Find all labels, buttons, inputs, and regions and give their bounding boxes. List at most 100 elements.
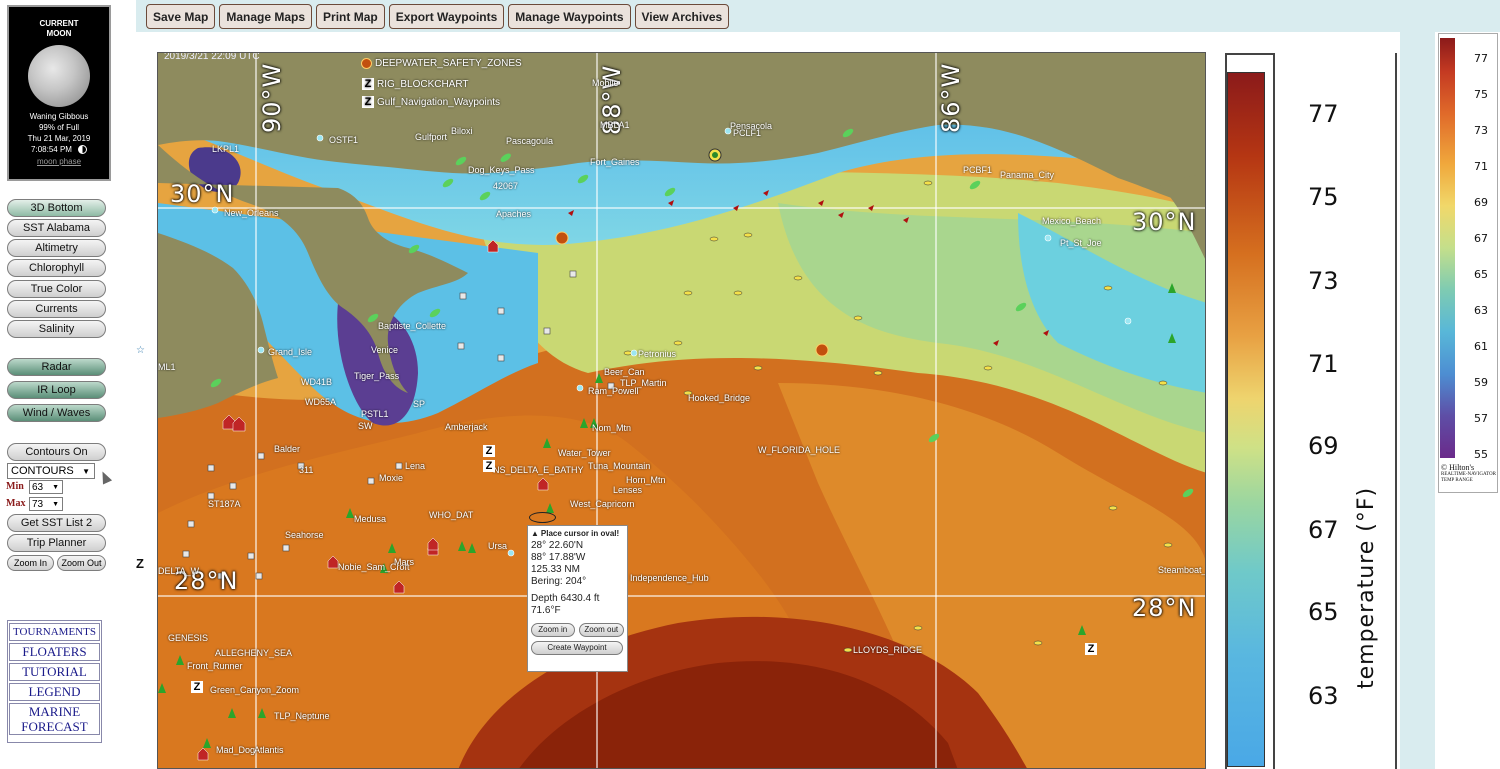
map-label: Horn_Mtn: [626, 475, 666, 485]
salinity-button[interactable]: Salinity: [7, 320, 106, 338]
altimetry-button[interactable]: Altimetry: [7, 239, 106, 257]
moon-title-line1: CURRENT: [39, 19, 79, 28]
legend-frame: [1273, 53, 1275, 769]
create-waypoint-button[interactable]: Create Waypoint: [531, 641, 623, 655]
sst-alabama-button[interactable]: SST Alabama: [7, 219, 106, 237]
chlorophyll-button[interactable]: Chlorophyll: [7, 259, 106, 277]
legend-tick: 65: [1308, 598, 1339, 626]
map-label: Apaches: [496, 209, 532, 219]
legend-title: temperature (°F): [1354, 486, 1379, 689]
map-label: Medusa: [354, 514, 387, 524]
moon-title-line2: MOON: [46, 29, 72, 38]
map-label: Pascagoula: [506, 136, 554, 146]
mouse-cursor-icon: [97, 469, 113, 485]
popup-latitude: 28° 22.60'N: [531, 540, 584, 551]
currents-button[interactable]: Currents: [7, 300, 106, 318]
ir-loop-button[interactable]: IR Loop: [7, 381, 106, 399]
min-select-value: 63: [32, 481, 44, 493]
legend-tick: 63: [1308, 682, 1339, 710]
map-label: Baptiste_Collette: [378, 321, 447, 331]
manage-maps-button[interactable]: Manage Maps: [219, 4, 313, 29]
map-label: Mexico_Beach: [1042, 216, 1102, 226]
map-label: Biloxi: [451, 126, 473, 136]
map-label: Ram_Powell: [588, 386, 639, 396]
map-label: ML1: [158, 362, 176, 372]
buoy-target-icon: [708, 148, 722, 162]
marine-forecast-link[interactable]: MARINE FORECAST: [9, 703, 100, 735]
wind-waves-button[interactable]: Wind / Waves: [7, 404, 106, 422]
max-select[interactable]: 73 ▼: [29, 497, 63, 511]
moon-time-text: 7:08:54 PM: [31, 145, 72, 154]
map-label: Petronius: [638, 349, 677, 359]
view-archives-button[interactable]: View Archives: [634, 4, 730, 29]
map-label: GENESIS: [168, 633, 209, 643]
map-label: NS_DELTA_E_BATHY: [493, 465, 584, 475]
moon-image: [28, 45, 90, 107]
map-label: 311: [299, 465, 314, 475]
small-legend-tick: 59: [1474, 376, 1488, 389]
map-label: Tuna_Mountain: [588, 461, 651, 471]
popup-heading: Place cursor in oval!: [540, 529, 620, 538]
small-legend-tick: 63: [1474, 304, 1488, 317]
true-color-button[interactable]: True Color: [7, 280, 106, 298]
legend-frame: [1395, 53, 1397, 769]
map-timestamp: 2019/3/21 22:09 UTC: [164, 52, 260, 62]
safety-zone-dot: [555, 231, 569, 245]
map-label: Mars: [394, 557, 414, 567]
contours-select-value: CONTOURS: [11, 465, 74, 477]
map-label: Pt_St_Joe: [1060, 238, 1102, 248]
small-legend-tick: 57: [1474, 412, 1488, 425]
3d-bottom-button[interactable]: 3D Bottom: [7, 199, 106, 217]
moon-phase-icon: [77, 145, 87, 154]
map-label: Moxie: [379, 473, 404, 483]
map-label: Amberjack: [445, 422, 488, 432]
popup-zoom-out-button[interactable]: Zoom out: [578, 623, 624, 637]
contours-toggle-button[interactable]: Contours On: [7, 443, 106, 461]
map-label: Steamboat_Lumps: [1158, 565, 1205, 575]
save-map-button[interactable]: Save Map: [146, 4, 216, 29]
temperature-color-bar: [1227, 72, 1265, 767]
export-waypoints-button[interactable]: Export Waypoints: [388, 4, 505, 29]
manage-waypoints-button[interactable]: Manage Waypoints: [508, 4, 631, 29]
lat-28n-right-label: 28°N: [1132, 594, 1197, 622]
cursor-oval[interactable]: [529, 512, 556, 523]
popup-depth: Depth 6430.4 ft: [531, 593, 600, 604]
radar-button[interactable]: Radar: [7, 358, 106, 376]
tournaments-link[interactable]: TOURNAMENTS: [9, 623, 100, 641]
tutorial-link[interactable]: TUTORIAL: [9, 663, 100, 681]
legend-link[interactable]: LEGEND: [9, 683, 100, 701]
print-map-button[interactable]: Print Map: [316, 4, 385, 29]
contours-select[interactable]: CONTOURS ▼: [7, 463, 95, 479]
popup-temperature: 71.6°F: [531, 605, 561, 616]
map-label: Gulfport: [415, 132, 448, 142]
small-legend-tick: 65: [1474, 268, 1488, 281]
map-label: Balder: [274, 444, 301, 454]
small-legend-tick: 67: [1474, 232, 1488, 245]
popup-zoom-in-button[interactable]: Zoom in: [531, 623, 575, 637]
zoom-out-button[interactable]: Zoom Out: [57, 555, 106, 571]
lat-30n-left-label: 30°N: [170, 180, 235, 208]
chevron-down-icon: ▼: [52, 483, 59, 491]
deepwater-layer-label[interactable]: DEEPWATER_SAFETY_ZONES: [361, 58, 522, 69]
map-label: Beer_Can: [604, 367, 645, 377]
map-label: Nom_Mtn: [592, 423, 632, 433]
popup-longitude: 88° 17.88'W: [531, 552, 586, 563]
z-marker-icon: Z: [483, 460, 495, 472]
location-info-popup: ▲ Place cursor in oval! 28° 22.60'N 88° …: [527, 525, 628, 672]
map-label: PSTL1: [361, 409, 389, 419]
trip-planner-button[interactable]: Trip Planner: [7, 534, 106, 552]
zoom-in-button[interactable]: Zoom In: [7, 555, 54, 571]
z-marker-icon: Z: [191, 681, 203, 693]
sst-map[interactable]: 2019/3/21 22:09 UTC 90°W 88°W 86°W 30°N …: [157, 52, 1206, 769]
max-label: Max: [6, 498, 26, 509]
min-label: Min: [6, 481, 24, 492]
rig-blockchart-layer-label[interactable]: Z RIG_BLOCKCHART: [362, 78, 469, 90]
moon-phase-link[interactable]: moon phase: [9, 157, 109, 166]
gulf-waypoints-layer-label[interactable]: Z Gulf_Navigation_Waypoints: [362, 96, 500, 108]
get-sst-list-button[interactable]: Get SST List 2: [7, 514, 106, 532]
floaters-link[interactable]: FLOATERS: [9, 643, 100, 661]
min-select[interactable]: 63 ▼: [29, 480, 63, 494]
map-label: ALLEGHENY_SEA: [215, 648, 293, 658]
map-label: Tiger_Pass: [354, 371, 400, 381]
map-label: Independence_Hub: [630, 573, 709, 583]
